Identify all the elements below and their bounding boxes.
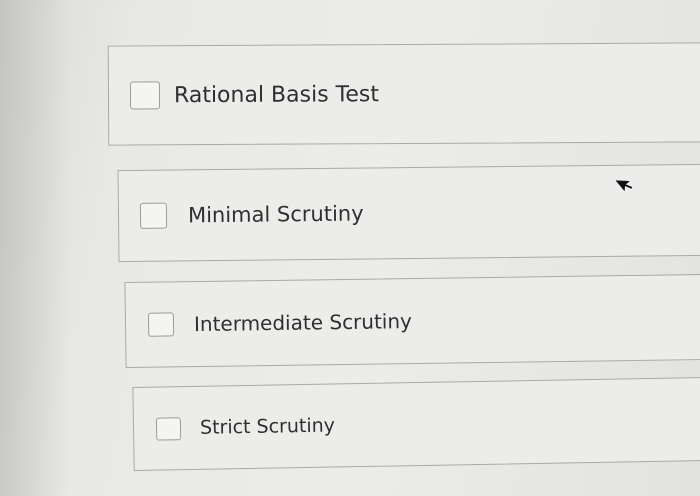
option-strict-scrutiny[interactable]: Strict Scrutiny [132,376,700,472]
option-label: Strict Scrutiny [199,414,336,439]
checkbox[interactable] [147,312,175,337]
option-label: Intermediate Scrutiny [193,309,413,337]
checkbox[interactable] [129,81,161,110]
checkbox[interactable] [155,416,182,441]
screen-edge-shade [0,0,70,496]
checkbox[interactable] [139,202,168,229]
option-rational-basis-test[interactable]: Rational Basis Test [107,42,700,146]
option-label: Rational Basis Test [173,81,380,108]
option-minimal-scrutiny[interactable]: Minimal Scrutiny [117,163,700,263]
mouse-pointer-icon [616,179,634,194]
option-label: Minimal Scrutiny [187,201,364,228]
option-intermediate-scrutiny[interactable]: Intermediate Scrutiny [124,273,700,369]
